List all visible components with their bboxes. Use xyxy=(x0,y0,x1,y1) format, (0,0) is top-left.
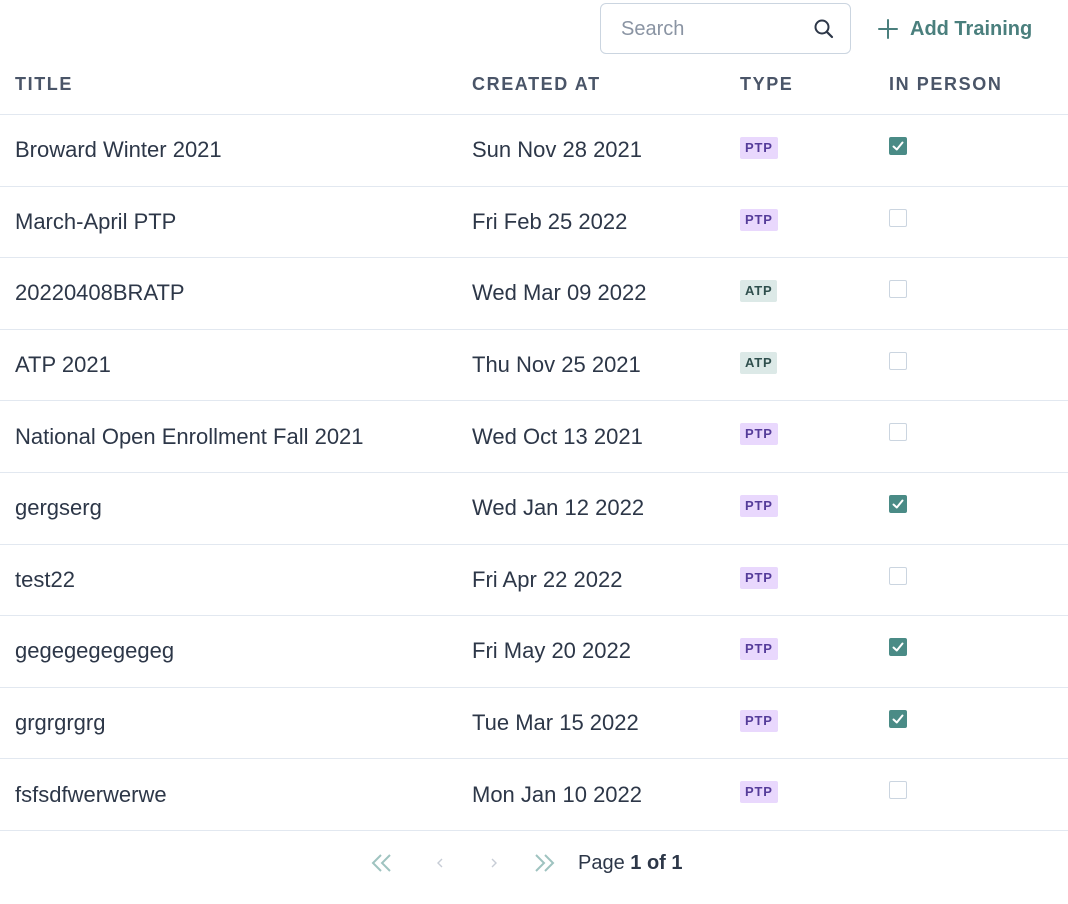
header-title[interactable]: TITLE xyxy=(15,74,73,95)
in-person-cell xyxy=(889,280,907,299)
type-badge: PTP xyxy=(740,638,778,661)
double-chevron-right-icon[interactable] xyxy=(530,851,558,875)
pagination: Page 1 of 1 xyxy=(0,843,1068,883)
in-person-checkbox[interactable] xyxy=(889,638,907,657)
type-badge: ATP xyxy=(740,280,778,303)
table-body: Broward Winter 2021 Sun Nov 28 2021 PTP Mar… xyxy=(0,115,1068,831)
row-title: test22 xyxy=(15,566,75,592)
in-person-cell xyxy=(889,494,907,513)
row-title: Broward Winter 2021 xyxy=(15,137,222,163)
table-header: TITLE CREATED AT TYPE IN PERSON xyxy=(0,55,1068,115)
table-row[interactable]: gegegegegegeg Fri May 20 2022 PTP xyxy=(0,616,1068,688)
check-icon xyxy=(892,499,904,509)
in-person-cell xyxy=(889,781,907,800)
table-row[interactable]: National Open Enrollment Fall 2021 Wed Oc… xyxy=(0,401,1068,473)
type-badge-cell: PTP xyxy=(740,423,778,446)
in-person-checkbox[interactable] xyxy=(889,423,907,442)
in-person-cell xyxy=(889,137,907,155)
row-created-at: Fri Feb 25 2022 xyxy=(472,208,628,234)
check-icon xyxy=(892,642,904,652)
check-icon xyxy=(892,714,904,724)
in-person-checkbox[interactable] xyxy=(889,280,907,299)
row-title: fsfsdfwerwerwe xyxy=(15,781,167,807)
type-badge-cell: PTP xyxy=(740,709,778,732)
type-badge: PTP xyxy=(740,566,778,589)
add-training-label: Add Training xyxy=(910,17,1033,40)
type-badge-cell: PTP xyxy=(740,208,778,231)
row-created-at: Thu Nov 25 2021 xyxy=(472,352,641,378)
toolbar: Add Training xyxy=(0,3,1068,54)
table-row[interactable]: March-April PTP Fri Feb 25 2022 PTP xyxy=(0,187,1068,259)
add-training-button[interactable]: Add Training xyxy=(876,13,1032,45)
type-badge-cell: PTP xyxy=(740,781,778,804)
type-badge: PTP xyxy=(740,137,778,159)
in-person-checkbox[interactable] xyxy=(889,781,907,800)
in-person-checkbox[interactable] xyxy=(889,709,907,728)
search-box[interactable] xyxy=(600,3,851,54)
row-created-at: Sun Nov 28 2021 xyxy=(472,137,643,163)
in-person-checkbox[interactable] xyxy=(889,566,907,585)
type-badge: PTP xyxy=(740,709,778,732)
double-chevron-left-icon[interactable] xyxy=(368,851,396,875)
table-row[interactable]: ATP 2021 Thu Nov 25 2021 ATP xyxy=(0,330,1068,402)
row-title: gegegegegegeg xyxy=(15,638,175,664)
search-input[interactable] xyxy=(621,12,811,46)
in-person-cell xyxy=(889,709,907,728)
check-icon xyxy=(892,141,904,151)
row-created-at: Fri May 20 2022 xyxy=(472,638,631,664)
row-title: ATP 2021 xyxy=(15,352,111,378)
header-type[interactable]: TYPE xyxy=(740,74,793,95)
type-badge: PTP xyxy=(740,208,778,231)
row-title: March-April PTP xyxy=(15,208,177,234)
header-in-person[interactable]: IN PERSON xyxy=(889,74,1002,95)
page-prefix: Page xyxy=(578,852,625,874)
row-title: grgrgrgrg xyxy=(15,710,106,736)
chevron-left-icon[interactable] xyxy=(426,851,454,875)
table-row[interactable]: test22 Fri Apr 22 2022 PTP xyxy=(0,545,1068,617)
search-icon[interactable] xyxy=(812,17,836,41)
row-created-at: Mon Jan 10 2022 xyxy=(472,781,643,807)
in-person-checkbox[interactable] xyxy=(889,137,907,155)
type-badge-cell: ATP xyxy=(740,351,778,374)
in-person-cell xyxy=(889,566,907,585)
row-created-at: Tue Mar 15 2022 xyxy=(472,710,639,736)
in-person-checkbox[interactable] xyxy=(889,494,907,513)
type-badge-cell: PTP xyxy=(740,494,778,517)
table-row[interactable]: grgrgrgrg Tue Mar 15 2022 PTP xyxy=(0,688,1068,760)
in-person-cell xyxy=(889,208,907,227)
row-created-at: Wed Jan 12 2022 xyxy=(472,495,645,521)
type-badge-cell: ATP xyxy=(740,280,778,303)
page-count: 1 of 1 xyxy=(630,852,683,874)
type-badge: PTP xyxy=(740,494,778,517)
table-row[interactable]: gergserg Wed Jan 12 2022 PTP xyxy=(0,473,1068,545)
row-title: 20220408BRATP xyxy=(15,280,185,306)
table-row[interactable]: Broward Winter 2021 Sun Nov 28 2021 PTP xyxy=(0,115,1068,187)
header-created-at[interactable]: CREATED AT xyxy=(472,74,601,95)
plus-icon xyxy=(878,19,898,39)
type-badge: PTP xyxy=(740,781,778,804)
table-row[interactable]: fsfsdfwerwerwe Mon Jan 10 2022 PTP xyxy=(0,759,1068,831)
in-person-cell xyxy=(889,351,907,370)
row-created-at: Wed Mar 09 2022 xyxy=(472,280,647,306)
page-indicator: Page 1 of 1 xyxy=(578,852,683,875)
row-created-at: Wed Oct 13 2021 xyxy=(472,423,643,449)
in-person-checkbox[interactable] xyxy=(889,208,907,227)
type-badge: PTP xyxy=(740,423,778,446)
in-person-cell xyxy=(889,638,907,657)
chevron-right-icon[interactable] xyxy=(482,851,510,875)
table-row[interactable]: 20220408BRATP Wed Mar 09 2022 ATP xyxy=(0,258,1068,330)
row-title: National Open Enrollment Fall 2021 xyxy=(15,423,364,449)
row-title: gergserg xyxy=(15,495,102,521)
in-person-checkbox[interactable] xyxy=(889,351,907,370)
type-badge-cell: PTP xyxy=(740,566,778,589)
type-badge: ATP xyxy=(740,351,778,374)
row-created-at: Fri Apr 22 2022 xyxy=(472,566,623,592)
in-person-cell xyxy=(889,423,907,442)
type-badge-cell: PTP xyxy=(740,638,778,661)
trainings-table: TITLE CREATED AT TYPE IN PERSON Broward … xyxy=(0,55,1068,831)
type-badge-cell: PTP xyxy=(740,137,778,159)
